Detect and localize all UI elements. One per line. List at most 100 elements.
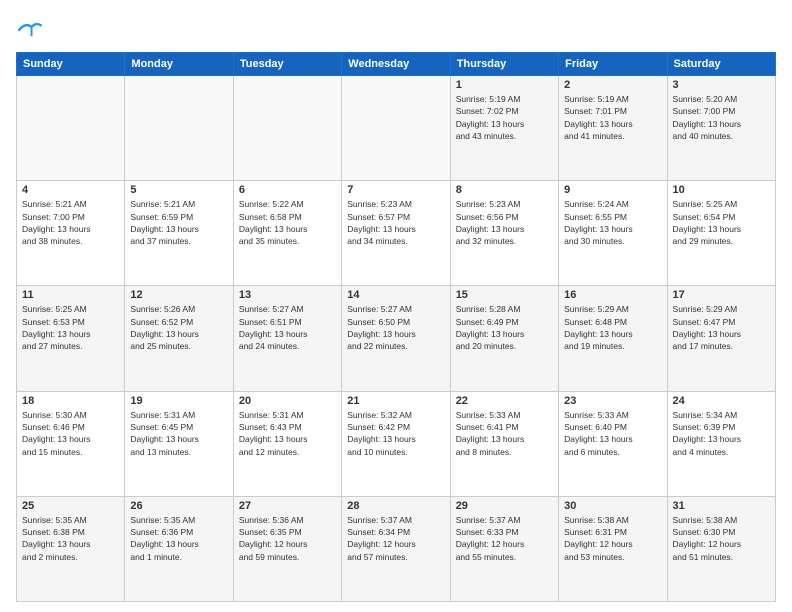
- week-row-3: 11 Sunrise: 5:25 AM Sunset: 6:53 PM Dayli…: [17, 286, 776, 391]
- week-row-2: 4 Sunrise: 5:21 AM Sunset: 7:00 PM Daylig…: [17, 181, 776, 286]
- day-info: Sunrise: 5:23 AM Sunset: 6:57 PM Dayligh…: [347, 198, 444, 247]
- day-info: Sunrise: 5:38 AM Sunset: 6:31 PM Dayligh…: [564, 514, 661, 563]
- calendar-cell: 10 Sunrise: 5:25 AM Sunset: 6:54 PM Dayli…: [667, 181, 775, 286]
- day-number: 7: [347, 184, 444, 196]
- day-number: 2: [564, 79, 661, 91]
- day-info: Sunrise: 5:36 AM Sunset: 6:35 PM Dayligh…: [239, 514, 336, 563]
- weekday-header-wednesday: Wednesday: [342, 53, 450, 76]
- day-number: 12: [130, 289, 227, 301]
- calendar-cell: [342, 76, 450, 181]
- calendar-cell: 11 Sunrise: 5:25 AM Sunset: 6:53 PM Dayli…: [17, 286, 125, 391]
- day-number: 3: [673, 79, 770, 91]
- weekday-header-friday: Friday: [559, 53, 667, 76]
- day-info: Sunrise: 5:27 AM Sunset: 6:51 PM Dayligh…: [239, 303, 336, 352]
- day-number: 1: [456, 79, 553, 91]
- day-info: Sunrise: 5:26 AM Sunset: 6:52 PM Dayligh…: [130, 303, 227, 352]
- calendar-cell: 1 Sunrise: 5:19 AM Sunset: 7:02 PM Daylig…: [450, 76, 558, 181]
- day-number: 9: [564, 184, 661, 196]
- day-info: Sunrise: 5:33 AM Sunset: 6:41 PM Dayligh…: [456, 409, 553, 458]
- calendar-cell: 24 Sunrise: 5:34 AM Sunset: 6:39 PM Dayli…: [667, 391, 775, 496]
- calendar-cell: [233, 76, 341, 181]
- day-info: Sunrise: 5:28 AM Sunset: 6:49 PM Dayligh…: [456, 303, 553, 352]
- day-number: 27: [239, 500, 336, 512]
- day-number: 10: [673, 184, 770, 196]
- day-info: Sunrise: 5:21 AM Sunset: 6:59 PM Dayligh…: [130, 198, 227, 247]
- day-number: 18: [22, 395, 119, 407]
- calendar-cell: 27 Sunrise: 5:36 AM Sunset: 6:35 PM Dayli…: [233, 496, 341, 601]
- calendar-cell: 25Sunrise: 5:35 AM Sunset: 6:38 PM Dayli…: [17, 496, 125, 601]
- day-info: Sunrise: 5:25 AM Sunset: 6:53 PM Dayligh…: [22, 303, 119, 352]
- day-number: 6: [239, 184, 336, 196]
- day-number: 5: [130, 184, 227, 196]
- day-number: 15: [456, 289, 553, 301]
- calendar-table: SundayMondayTuesdayWednesdayThursdayFrid…: [16, 52, 776, 602]
- logo: [16, 16, 48, 44]
- calendar-cell: 29 Sunrise: 5:37 AM Sunset: 6:33 PM Dayli…: [450, 496, 558, 601]
- day-info: Sunrise: 5:24 AM Sunset: 6:55 PM Dayligh…: [564, 198, 661, 247]
- day-number: 26: [130, 500, 227, 512]
- day-info: Sunrise: 5:19 AM Sunset: 7:01 PM Dayligh…: [564, 93, 661, 142]
- day-info: Sunrise: 5:19 AM Sunset: 7:02 PM Dayligh…: [456, 93, 553, 142]
- week-row-1: 1 Sunrise: 5:19 AM Sunset: 7:02 PM Daylig…: [17, 76, 776, 181]
- day-number: 21: [347, 395, 444, 407]
- day-number: 4: [22, 184, 119, 196]
- calendar-cell: 12 Sunrise: 5:26 AM Sunset: 6:52 PM Dayli…: [125, 286, 233, 391]
- day-info: Sunrise: 5:22 AM Sunset: 6:58 PM Dayligh…: [239, 198, 336, 247]
- calendar-cell: 20 Sunrise: 5:31 AM Sunset: 6:43 PM Dayli…: [233, 391, 341, 496]
- calendar-cell: 6 Sunrise: 5:22 AM Sunset: 6:58 PM Daylig…: [233, 181, 341, 286]
- day-info: Sunrise: 5:27 AM Sunset: 6:50 PM Dayligh…: [347, 303, 444, 352]
- day-number: 19: [130, 395, 227, 407]
- header: [16, 16, 776, 44]
- calendar-cell: 28Sunrise: 5:37 AM Sunset: 6:34 PM Dayli…: [342, 496, 450, 601]
- day-number: 13: [239, 289, 336, 301]
- day-info: Sunrise: 5:31 AM Sunset: 6:45 PM Dayligh…: [130, 409, 227, 458]
- day-number: 29: [456, 500, 553, 512]
- day-number: 14: [347, 289, 444, 301]
- weekday-header-tuesday: Tuesday: [233, 53, 341, 76]
- day-number: 11: [22, 289, 119, 301]
- day-info: Sunrise: 5:29 AM Sunset: 6:47 PM Dayligh…: [673, 303, 770, 352]
- calendar-cell: 4 Sunrise: 5:21 AM Sunset: 7:00 PM Daylig…: [17, 181, 125, 286]
- day-number: 24: [673, 395, 770, 407]
- week-row-4: 18 Sunrise: 5:30 AM Sunset: 6:46 PM Dayli…: [17, 391, 776, 496]
- calendar-cell: 3Sunrise: 5:20 AM Sunset: 7:00 PM Daylig…: [667, 76, 775, 181]
- day-info: Sunrise: 5:21 AM Sunset: 7:00 PM Dayligh…: [22, 198, 119, 247]
- calendar-cell: 30 Sunrise: 5:38 AM Sunset: 6:31 PM Dayli…: [559, 496, 667, 601]
- calendar-cell: 7 Sunrise: 5:23 AM Sunset: 6:57 PM Daylig…: [342, 181, 450, 286]
- page: SundayMondayTuesdayWednesdayThursdayFrid…: [0, 0, 792, 612]
- calendar-cell: 31 Sunrise: 5:38 AM Sunset: 6:30 PM Dayli…: [667, 496, 775, 601]
- day-number: 16: [564, 289, 661, 301]
- calendar-cell: [17, 76, 125, 181]
- calendar-cell: 22Sunrise: 5:33 AM Sunset: 6:41 PM Dayli…: [450, 391, 558, 496]
- calendar-cell: [125, 76, 233, 181]
- day-number: 20: [239, 395, 336, 407]
- logo-icon: [16, 16, 44, 44]
- day-number: 30: [564, 500, 661, 512]
- calendar-cell: 23Sunrise: 5:33 AM Sunset: 6:40 PM Dayli…: [559, 391, 667, 496]
- calendar-cell: 14 Sunrise: 5:27 AM Sunset: 6:50 PM Dayli…: [342, 286, 450, 391]
- day-info: Sunrise: 5:38 AM Sunset: 6:30 PM Dayligh…: [673, 514, 770, 563]
- calendar-cell: 5 Sunrise: 5:21 AM Sunset: 6:59 PM Daylig…: [125, 181, 233, 286]
- calendar-cell: 21 Sunrise: 5:32 AM Sunset: 6:42 PM Dayli…: [342, 391, 450, 496]
- day-info: Sunrise: 5:32 AM Sunset: 6:42 PM Dayligh…: [347, 409, 444, 458]
- calendar-cell: 26 Sunrise: 5:35 AM Sunset: 6:36 PM Dayli…: [125, 496, 233, 601]
- calendar-cell: 8Sunrise: 5:23 AM Sunset: 6:56 PM Daylig…: [450, 181, 558, 286]
- day-number: 8: [456, 184, 553, 196]
- weekday-header-row: SundayMondayTuesdayWednesdayThursdayFrid…: [17, 53, 776, 76]
- calendar-cell: 15 Sunrise: 5:28 AM Sunset: 6:49 PM Dayli…: [450, 286, 558, 391]
- calendar-cell: 18 Sunrise: 5:30 AM Sunset: 6:46 PM Dayli…: [17, 391, 125, 496]
- day-info: Sunrise: 5:25 AM Sunset: 6:54 PM Dayligh…: [673, 198, 770, 247]
- week-row-5: 25Sunrise: 5:35 AM Sunset: 6:38 PM Dayli…: [17, 496, 776, 601]
- day-number: 31: [673, 500, 770, 512]
- day-info: Sunrise: 5:35 AM Sunset: 6:38 PM Dayligh…: [22, 514, 119, 563]
- day-info: Sunrise: 5:34 AM Sunset: 6:39 PM Dayligh…: [673, 409, 770, 458]
- day-info: Sunrise: 5:30 AM Sunset: 6:46 PM Dayligh…: [22, 409, 119, 458]
- day-info: Sunrise: 5:37 AM Sunset: 6:33 PM Dayligh…: [456, 514, 553, 563]
- calendar-cell: 17Sunrise: 5:29 AM Sunset: 6:47 PM Dayli…: [667, 286, 775, 391]
- weekday-header-saturday: Saturday: [667, 53, 775, 76]
- calendar-cell: 2 Sunrise: 5:19 AM Sunset: 7:01 PM Daylig…: [559, 76, 667, 181]
- calendar-cell: 19 Sunrise: 5:31 AM Sunset: 6:45 PM Dayli…: [125, 391, 233, 496]
- day-info: Sunrise: 5:31 AM Sunset: 6:43 PM Dayligh…: [239, 409, 336, 458]
- day-info: Sunrise: 5:35 AM Sunset: 6:36 PM Dayligh…: [130, 514, 227, 563]
- calendar-cell: 9 Sunrise: 5:24 AM Sunset: 6:55 PM Daylig…: [559, 181, 667, 286]
